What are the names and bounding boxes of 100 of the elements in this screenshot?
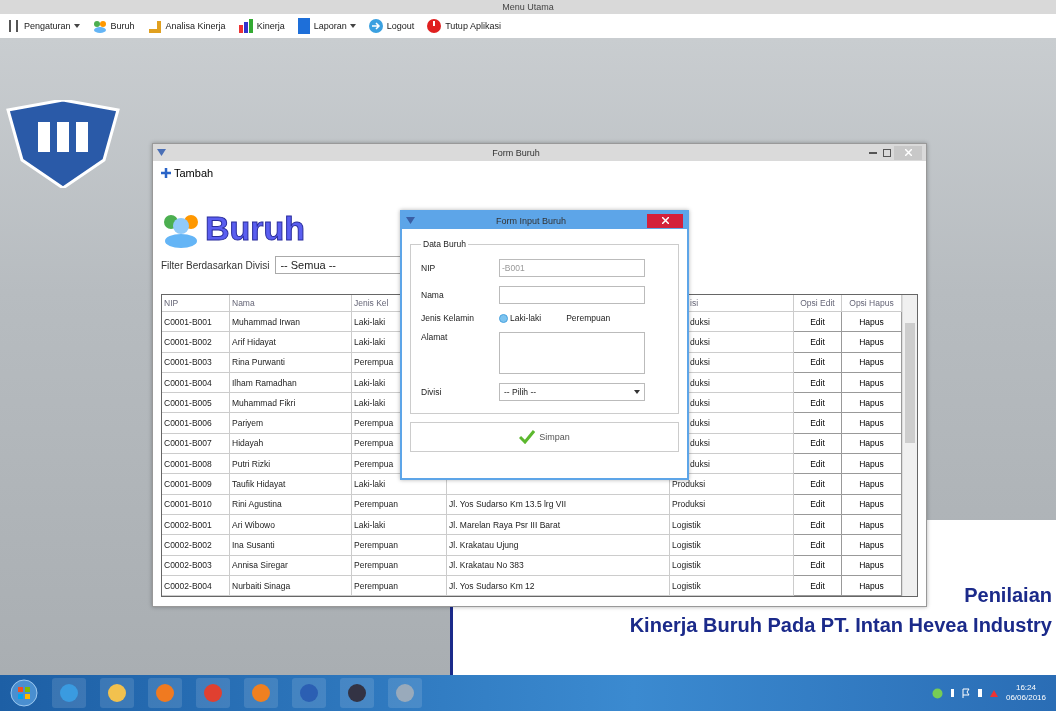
table-cell: C0001-B004 xyxy=(162,372,230,394)
menu-item[interactable]: Laporan xyxy=(293,16,359,36)
taskbar-app-button[interactable] xyxy=(52,678,86,708)
window-title: Menu Utama xyxy=(502,2,554,12)
table-cell: C0001-B010 xyxy=(162,494,230,515)
window-menu-icon xyxy=(157,149,166,156)
app-icon xyxy=(59,683,79,703)
delete-button[interactable]: Hapus xyxy=(842,575,902,597)
filter-label: Filter Berdasarkan Divisi xyxy=(161,259,270,271)
edit-button[interactable]: Edit xyxy=(794,372,842,394)
clock: 16:24 06/06/2016 xyxy=(1005,683,1046,703)
table-cell: C0001-B005 xyxy=(162,393,230,414)
menu-item[interactable]: Logout xyxy=(364,16,418,36)
people-icon xyxy=(91,19,108,33)
banner-text: Penilaian xyxy=(964,583,1052,608)
gender-radio[interactable]: Perempuan xyxy=(555,313,611,323)
app-icon xyxy=(251,683,271,703)
table-cell: C0002-B002 xyxy=(162,535,230,556)
table-cell: Hidayah xyxy=(230,433,352,455)
field-label: NIP xyxy=(421,263,437,273)
table-cell: Ilham Ramadhan xyxy=(230,372,352,394)
status-icon[interactable] xyxy=(931,687,943,699)
logout-icon xyxy=(367,18,384,34)
delete-button[interactable]: Hapus xyxy=(842,312,902,333)
save-button[interactable]: Simpan xyxy=(410,422,679,452)
table-cell: Jl. Marelan Raya Psr III Barat xyxy=(447,514,670,536)
close-icon xyxy=(904,149,912,156)
taskbar-app-button[interactable] xyxy=(388,678,422,708)
delete-button[interactable]: Hapus xyxy=(842,454,902,475)
flag-icon[interactable] xyxy=(961,688,970,698)
delete-button[interactable]: Hapus xyxy=(842,413,902,434)
table-cell: C0001-B009 xyxy=(162,474,230,495)
close-button[interactable] xyxy=(647,213,683,228)
delete-button[interactable]: Hapus xyxy=(842,352,902,373)
speaker-icon[interactable] xyxy=(989,689,998,697)
delete-button[interactable]: Hapus xyxy=(842,555,902,576)
table-cell: Annisa Siregar xyxy=(230,555,352,576)
name-field[interactable] xyxy=(499,286,645,304)
menu-item[interactable]: Pengaturan xyxy=(4,17,83,35)
check-icon xyxy=(519,430,536,444)
edit-button[interactable]: Edit xyxy=(794,454,842,475)
table-cell: Nurbaiti Sinaga xyxy=(230,575,352,597)
window-title: Form Buruh xyxy=(491,147,541,158)
plus-icon xyxy=(161,168,171,178)
edit-button[interactable]: Edit xyxy=(794,575,842,597)
delete-button[interactable]: Hapus xyxy=(842,393,902,414)
scrollbar[interactable] xyxy=(902,295,917,597)
table-cell: Jl. Krakatau No 383 xyxy=(447,555,670,576)
add-button[interactable]: Tambah xyxy=(161,167,214,179)
app-icon xyxy=(395,683,415,703)
menu-item[interactable]: Analisa Kinerja xyxy=(143,17,229,35)
edit-button[interactable]: Edit xyxy=(794,393,842,414)
edit-button[interactable]: Edit xyxy=(794,413,842,434)
table-cell: Taufik Hidayat xyxy=(230,474,352,495)
table-cell: Perempuan xyxy=(352,535,447,556)
table-cell: Perempuan xyxy=(352,575,447,597)
table-cell: Rina Purwanti xyxy=(230,352,352,373)
address-field[interactable] xyxy=(499,332,645,374)
power-icon xyxy=(426,18,443,34)
delete-button[interactable]: Hapus xyxy=(842,332,902,353)
delete-button[interactable]: Hapus xyxy=(842,372,902,394)
edit-button[interactable]: Edit xyxy=(794,514,842,536)
window-menu-icon xyxy=(406,217,415,224)
delete-button[interactable]: Hapus xyxy=(842,474,902,495)
edit-button[interactable]: Edit xyxy=(794,433,842,455)
taskbar-app-button[interactable] xyxy=(148,678,182,708)
division-select[interactable]: -- Pilih -- xyxy=(499,383,645,401)
taskbar-app-button[interactable] xyxy=(100,678,134,708)
chart-icon xyxy=(237,19,254,33)
edit-button[interactable]: Edit xyxy=(794,332,842,353)
edit-button[interactable]: Edit xyxy=(794,352,842,373)
delete-button[interactable]: Hapus xyxy=(842,433,902,455)
table-cell: Perempuan xyxy=(352,555,447,576)
gender-radio[interactable]: Laki-laki xyxy=(499,313,542,323)
edit-button[interactable]: Edit xyxy=(794,494,842,515)
start-icon[interactable] xyxy=(10,679,38,707)
table-cell: Ari Wibowo xyxy=(230,514,352,536)
edit-button[interactable]: Edit xyxy=(794,535,842,556)
table-cell: C0001-B002 xyxy=(162,332,230,353)
app-icon xyxy=(299,683,319,703)
table-cell: C0001-B003 xyxy=(162,352,230,373)
column-header: Nama xyxy=(230,295,352,312)
edit-button[interactable]: Edit xyxy=(794,555,842,576)
menu-item[interactable]: Kinerja xyxy=(234,17,288,35)
taskbar-app-button[interactable] xyxy=(340,678,374,708)
delete-button[interactable]: Hapus xyxy=(842,514,902,536)
app-icon xyxy=(203,683,223,703)
delete-button[interactable]: Hapus xyxy=(842,494,902,515)
taskbar-app-button[interactable] xyxy=(292,678,326,708)
table-cell: Ina Susanti xyxy=(230,535,352,556)
taskbar-app-button[interactable] xyxy=(244,678,278,708)
edit-button[interactable]: Edit xyxy=(794,312,842,333)
menu-item[interactable]: Tutup Aplikasi xyxy=(423,16,504,36)
menu-item[interactable]: Buruh xyxy=(88,17,138,35)
table-cell: Pariyem xyxy=(230,413,352,434)
edit-button[interactable]: Edit xyxy=(794,474,842,495)
table-cell: Muhammad Irwan xyxy=(230,312,352,333)
table-cell: C0001-B006 xyxy=(162,413,230,434)
app-icon xyxy=(155,683,175,703)
delete-button[interactable]: Hapus xyxy=(842,535,902,556)
